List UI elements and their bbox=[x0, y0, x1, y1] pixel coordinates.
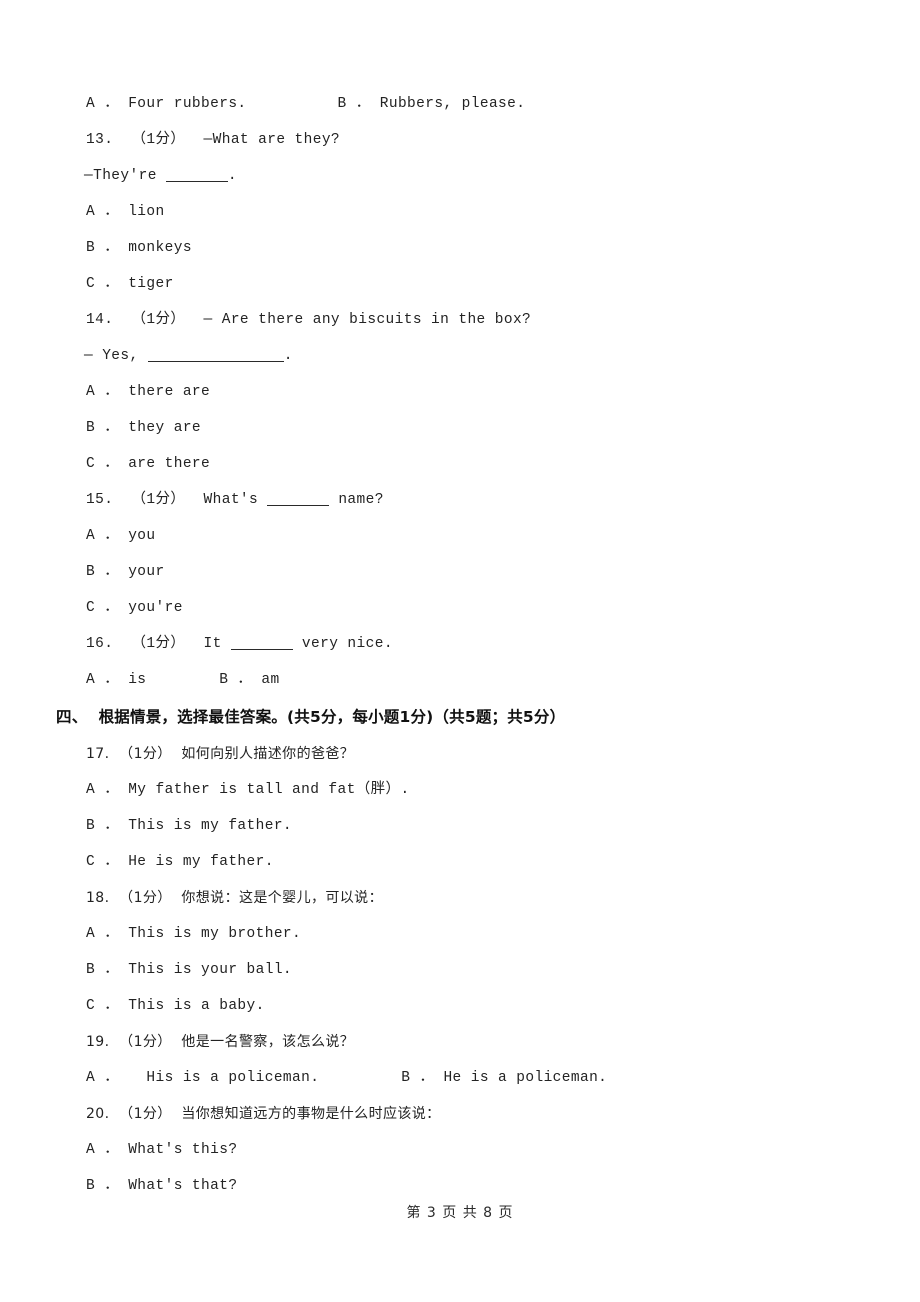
question-13-stem: 13. （1分） —What are they? bbox=[86, 132, 341, 148]
answer-blank[interactable] bbox=[267, 505, 330, 506]
question-18-stem: 18. （1分） 你想说：这是个婴儿，可以说： bbox=[86, 890, 383, 906]
question-14-stem: 14. （1分） — Are there any biscuits in the… bbox=[86, 312, 532, 328]
answer-blank[interactable] bbox=[147, 361, 284, 362]
question-14-stem-continued: — Yes, . bbox=[0, 338, 920, 374]
question-16-stem-post: very nice. bbox=[292, 636, 393, 652]
question-15-stem-post: name? bbox=[329, 492, 384, 508]
question-18-option-c[interactable]: C ． This is a baby. bbox=[0, 988, 920, 1024]
question-17-option-b[interactable]: B ． This is my father. bbox=[0, 808, 920, 844]
question-19-stem: 19. （1分） 他是一名警察，该怎么说？ bbox=[86, 1034, 355, 1050]
question-20-option-b[interactable]: B ． What's that? bbox=[0, 1168, 920, 1204]
question-13-stem-continued-tail: . bbox=[227, 168, 238, 184]
question-16-stem: 16. （1分） It very nice. bbox=[0, 626, 920, 662]
question-13-option-a[interactable]: A ． lion bbox=[0, 194, 920, 230]
question-15-option-c[interactable]: C ． you're bbox=[0, 590, 920, 626]
question-14-option-c[interactable]: C ． are there bbox=[0, 446, 920, 482]
question-17-option-a[interactable]: A ． My father is tall and fat（胖）. bbox=[0, 772, 920, 808]
question-14-option-b[interactable]: B ． they are bbox=[0, 410, 920, 446]
question-20-stem: 20. （1分） 当你想知道远方的事物是什么时应该说： bbox=[86, 1106, 441, 1122]
question-19-options-row[interactable]: A ． His is a policeman. B ． He is a poli… bbox=[0, 1060, 920, 1096]
question-16-options-row[interactable]: A ． is B ． am bbox=[0, 662, 920, 698]
question-14-option-a[interactable]: A ． there are bbox=[0, 374, 920, 410]
question-14-stem-continued-tail: . bbox=[283, 348, 293, 364]
answer-blank[interactable] bbox=[165, 181, 228, 182]
question-18-option-a[interactable]: A ． This is my brother. bbox=[0, 916, 920, 952]
question-15-option-b[interactable]: B ． your bbox=[0, 554, 920, 590]
option-row-carryover: A ． Four rubbers. B ． Rubbers, please. bbox=[86, 96, 526, 112]
question-15-option-a[interactable]: A ． you bbox=[0, 518, 920, 554]
question-20-option-a[interactable]: A ． What's this? bbox=[0, 1132, 920, 1168]
question-13-stem-continued-text: —They're bbox=[84, 168, 166, 184]
question-13-stem-continued: —They're . bbox=[0, 158, 920, 194]
page-footer: 第 3 页 共 8 页 bbox=[406, 1205, 514, 1221]
question-17-stem: 17. （1分） 如何向别人描述你的爸爸？ bbox=[86, 746, 355, 762]
answer-blank[interactable] bbox=[230, 649, 293, 650]
question-16-stem-pre: 16. （1分） It bbox=[86, 636, 231, 652]
question-15-stem: 15. （1分） What's name? bbox=[0, 482, 920, 518]
question-13-option-b[interactable]: B ． monkeys bbox=[0, 230, 920, 266]
question-14-stem-continued-text: — Yes, bbox=[84, 348, 148, 364]
question-17-option-c[interactable]: C ． He is my father. bbox=[0, 844, 920, 880]
question-18-option-b[interactable]: B ． This is your ball. bbox=[0, 952, 920, 988]
exam-content: A ． Four rubbers. B ． Rubbers, please. 1… bbox=[0, 86, 920, 1204]
section-four-heading: 四、 根据情景，选择最佳答案。(共5分，每小题1分)（共5题；共5分） bbox=[56, 708, 566, 726]
question-15-stem-pre: 15. （1分） What's bbox=[86, 492, 268, 508]
exam-page: A ． Four rubbers. B ． Rubbers, please. 1… bbox=[0, 0, 920, 1302]
question-13-option-c[interactable]: C ． tiger bbox=[0, 266, 920, 302]
